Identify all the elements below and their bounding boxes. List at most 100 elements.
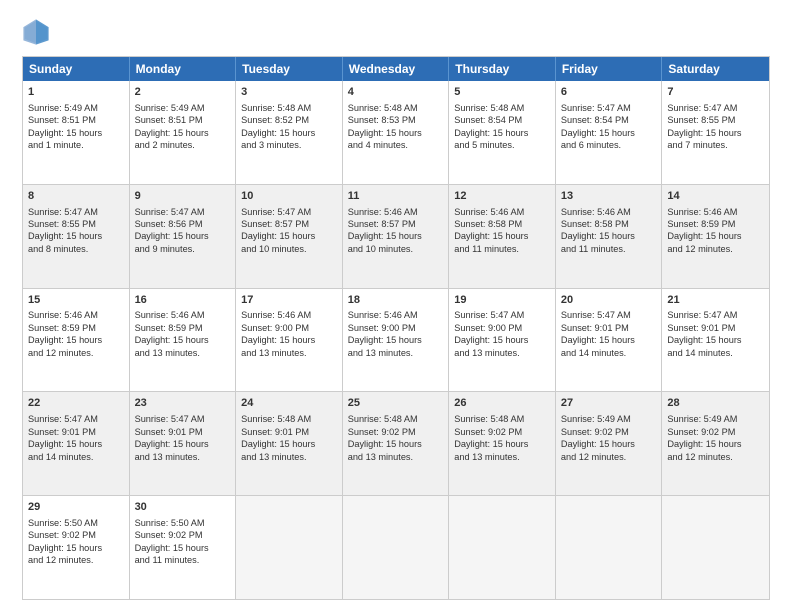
day-info: and 5 minutes. (454, 139, 550, 151)
day-info: Sunrise: 5:47 AM (135, 413, 231, 425)
day-info: and 10 minutes. (241, 243, 337, 255)
calendar-cell: 24Sunrise: 5:48 AMSunset: 9:01 PMDayligh… (236, 392, 343, 495)
weekday-header-saturday: Saturday (662, 57, 769, 81)
day-info: Daylight: 15 hours (28, 230, 124, 242)
day-number: 22 (28, 396, 124, 411)
day-info: Sunrise: 5:49 AM (667, 413, 764, 425)
day-number: 5 (454, 85, 550, 100)
day-info: Daylight: 15 hours (667, 334, 764, 346)
calendar-cell: 7Sunrise: 5:47 AMSunset: 8:55 PMDaylight… (662, 81, 769, 184)
day-info: Daylight: 15 hours (241, 230, 337, 242)
logo (22, 18, 54, 46)
day-info: and 12 minutes. (28, 554, 124, 566)
calendar-cell (236, 496, 343, 599)
day-number: 10 (241, 189, 337, 204)
day-info: and 2 minutes. (135, 139, 231, 151)
day-info: and 12 minutes. (561, 451, 657, 463)
day-info: Sunrise: 5:49 AM (561, 413, 657, 425)
day-info: Daylight: 15 hours (348, 334, 444, 346)
day-info: Sunrise: 5:46 AM (667, 206, 764, 218)
day-info: Sunset: 9:00 PM (241, 322, 337, 334)
day-info: and 13 minutes. (135, 347, 231, 359)
day-info: Sunrise: 5:47 AM (561, 309, 657, 321)
calendar: SundayMondayTuesdayWednesdayThursdayFrid… (22, 56, 770, 600)
day-info: Sunset: 8:59 PM (28, 322, 124, 334)
day-info: and 14 minutes. (561, 347, 657, 359)
day-info: Sunset: 9:00 PM (348, 322, 444, 334)
calendar-cell: 12Sunrise: 5:46 AMSunset: 8:58 PMDayligh… (449, 185, 556, 288)
day-info: and 6 minutes. (561, 139, 657, 151)
calendar-cell: 10Sunrise: 5:47 AMSunset: 8:57 PMDayligh… (236, 185, 343, 288)
day-number: 16 (135, 293, 231, 308)
day-info: and 13 minutes. (348, 347, 444, 359)
day-info: Daylight: 15 hours (135, 438, 231, 450)
calendar-header: SundayMondayTuesdayWednesdayThursdayFrid… (23, 57, 769, 81)
calendar-cell (556, 496, 663, 599)
calendar-row-4: 22Sunrise: 5:47 AMSunset: 9:01 PMDayligh… (23, 391, 769, 495)
day-info: Sunrise: 5:47 AM (135, 206, 231, 218)
day-info: Sunset: 8:57 PM (241, 218, 337, 230)
day-info: Sunset: 8:59 PM (135, 322, 231, 334)
day-number: 30 (135, 500, 231, 515)
day-info: Daylight: 15 hours (454, 334, 550, 346)
day-number: 12 (454, 189, 550, 204)
calendar-cell: 30Sunrise: 5:50 AMSunset: 9:02 PMDayligh… (130, 496, 237, 599)
calendar-row-2: 8Sunrise: 5:47 AMSunset: 8:55 PMDaylight… (23, 184, 769, 288)
day-info: Sunrise: 5:50 AM (28, 517, 124, 529)
day-info: Daylight: 15 hours (454, 127, 550, 139)
calendar-cell: 15Sunrise: 5:46 AMSunset: 8:59 PMDayligh… (23, 289, 130, 392)
calendar-cell: 19Sunrise: 5:47 AMSunset: 9:00 PMDayligh… (449, 289, 556, 392)
day-number: 25 (348, 396, 444, 411)
day-info: and 13 minutes. (241, 451, 337, 463)
calendar-cell: 23 Sunrise: 5:47 AMSunset: 9:01 PMDayligh… (130, 392, 237, 495)
calendar-cell: 13Sunrise: 5:46 AMSunset: 8:58 PMDayligh… (556, 185, 663, 288)
day-number: 23 (135, 396, 231, 411)
day-info: Sunset: 9:01 PM (28, 426, 124, 438)
day-info: Sunset: 8:55 PM (28, 218, 124, 230)
day-number: 3 (241, 85, 337, 100)
day-info: and 13 minutes. (454, 451, 550, 463)
weekday-header-tuesday: Tuesday (236, 57, 343, 81)
day-number: 28 (667, 396, 764, 411)
weekday-header-sunday: Sunday (23, 57, 130, 81)
calendar-row-5: 29Sunrise: 5:50 AMSunset: 9:02 PMDayligh… (23, 495, 769, 599)
day-number: 24 (241, 396, 337, 411)
day-info: and 13 minutes. (348, 451, 444, 463)
calendar-cell: 21Sunrise: 5:47 AMSunset: 9:01 PMDayligh… (662, 289, 769, 392)
day-info: Daylight: 15 hours (454, 438, 550, 450)
day-info: and 4 minutes. (348, 139, 444, 151)
day-info: Daylight: 15 hours (561, 438, 657, 450)
calendar-body: 1Sunrise: 5:49 AMSunset: 8:51 PMDaylight… (23, 81, 769, 599)
day-info: Sunrise: 5:49 AM (135, 102, 231, 114)
day-info: Daylight: 15 hours (348, 127, 444, 139)
weekday-header-thursday: Thursday (449, 57, 556, 81)
day-info: and 12 minutes. (28, 347, 124, 359)
day-info: Sunset: 8:56 PM (135, 218, 231, 230)
calendar-cell (343, 496, 450, 599)
day-info: and 10 minutes. (348, 243, 444, 255)
day-number: 14 (667, 189, 764, 204)
day-info: Sunrise: 5:47 AM (667, 309, 764, 321)
day-info: Sunrise: 5:47 AM (28, 413, 124, 425)
day-info: Daylight: 15 hours (241, 334, 337, 346)
day-info: Sunrise: 5:48 AM (348, 102, 444, 114)
day-number: 11 (348, 189, 444, 204)
day-info: Sunset: 9:01 PM (561, 322, 657, 334)
day-info: and 13 minutes. (454, 347, 550, 359)
day-info: Sunset: 9:02 PM (667, 426, 764, 438)
weekday-header-friday: Friday (556, 57, 663, 81)
day-info: Sunset: 9:01 PM (135, 426, 231, 438)
day-info: Sunset: 9:02 PM (135, 529, 231, 541)
day-info: and 7 minutes. (667, 139, 764, 151)
day-info: and 1 minute. (28, 139, 124, 151)
day-info: Sunset: 8:53 PM (348, 114, 444, 126)
day-info: Daylight: 15 hours (561, 334, 657, 346)
page: SundayMondayTuesdayWednesdayThursdayFrid… (0, 0, 792, 612)
day-info: Daylight: 15 hours (135, 127, 231, 139)
day-info: Daylight: 15 hours (667, 438, 764, 450)
day-info: and 13 minutes. (135, 451, 231, 463)
day-number: 27 (561, 396, 657, 411)
day-info: Sunrise: 5:48 AM (454, 413, 550, 425)
day-info: Sunrise: 5:47 AM (28, 206, 124, 218)
calendar-cell: 20Sunrise: 5:47 AMSunset: 9:01 PMDayligh… (556, 289, 663, 392)
